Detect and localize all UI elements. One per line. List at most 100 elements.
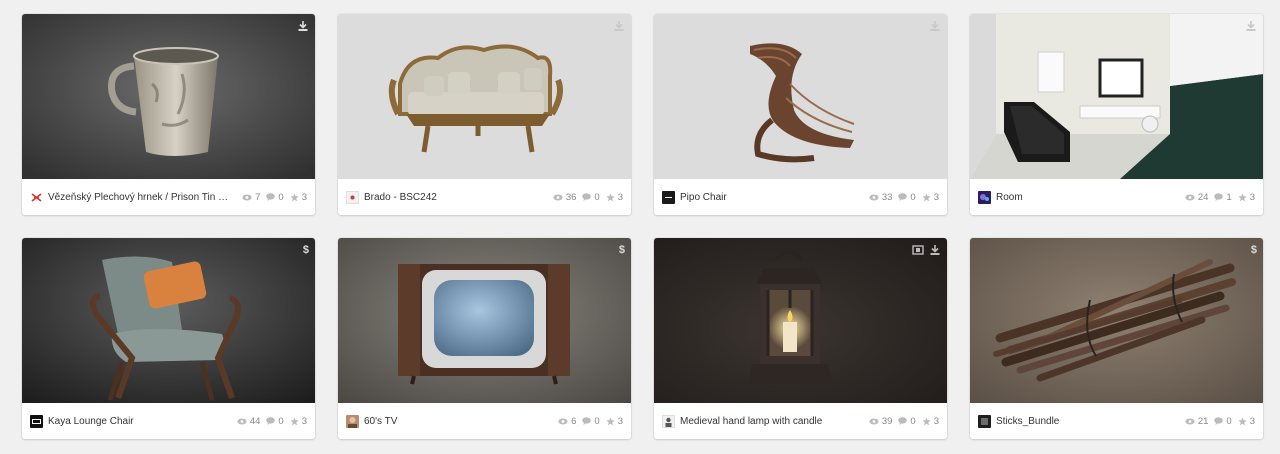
model-card[interactable]: $ Kaya Lounge Chair 44 0 3 [22,238,315,439]
comments-stat: 0 [266,192,284,203]
model-card[interactable]: $ Sticks_Bundle 21 0 3 [970,238,1263,439]
likes-stat: 3 [290,416,307,427]
likes-stat: 3 [922,192,939,203]
comment-icon [266,417,276,425]
views-stat: 24 [1185,191,1209,203]
likes-stat: 3 [606,192,623,203]
badge-icons [297,20,309,32]
views-count: 39 [881,415,893,427]
avatar[interactable] [662,414,675,428]
price-badge[interactable]: $ [1251,244,1257,256]
views-count: 44 [249,415,261,427]
model-stats: 44 0 3 [231,416,307,427]
likes-count: 3 [301,415,307,427]
model-thumbnail[interactable] [22,14,315,179]
star-icon [606,192,615,201]
model-title[interactable]: Pipo Chair [680,192,863,203]
comments-count: 1 [1226,191,1232,203]
download-icon[interactable] [297,20,309,32]
eye-icon [242,194,252,200]
download-icon[interactable] [929,20,941,32]
avatar[interactable] [346,190,359,204]
model-title[interactable]: Brado - BSC242 [364,192,547,203]
views-stat: 44 [237,415,261,427]
comments-count: 0 [1226,415,1232,427]
comment-icon [582,417,592,425]
comments-stat: 0 [898,415,916,427]
model-thumbnail[interactable]: $ [970,238,1263,403]
eye-icon [237,418,247,424]
views-stat: 6 [558,416,576,427]
model-footer: 60's TV 6 0 3 [338,403,631,439]
model-stats: 24 1 3 [1179,192,1255,203]
model-card[interactable]: Medieval hand lamp with candle 39 0 3 [654,238,947,439]
download-icon[interactable] [929,244,941,256]
avatar[interactable] [662,190,675,204]
model-card[interactable]: Room 24 1 3 [970,14,1263,215]
avatar[interactable] [30,414,43,428]
model-title[interactable]: Kaya Lounge Chair [48,416,231,427]
badge-icons [929,20,941,32]
model-title[interactable]: Medieval hand lamp with candle [680,416,863,427]
badge-icons: $ [619,244,625,256]
model-card[interactable]: $ 60's TV 6 0 3 [338,238,631,439]
comments-stat: 0 [582,191,600,203]
avatar[interactable] [30,190,43,204]
comments-count: 0 [910,415,916,427]
eye-icon [1185,418,1195,424]
film-icon[interactable] [912,244,924,256]
model-thumbnail[interactable] [338,14,631,179]
comment-icon [582,193,592,201]
comment-icon [898,193,908,201]
comment-icon [266,193,276,201]
model-title[interactable]: Sticks_Bundle [996,416,1179,427]
badge-icons [912,244,941,256]
comments-count: 0 [594,191,600,203]
model-footer: Sticks_Bundle 21 0 3 [970,403,1263,439]
badge-icons [1245,20,1257,32]
likes-stat: 3 [290,192,307,203]
avatar[interactable] [346,414,359,428]
comments-stat: 0 [1214,415,1232,427]
model-title[interactable]: 60's TV [364,416,552,427]
avatar[interactable] [978,190,991,204]
views-stat: 39 [869,415,893,427]
badge-icons: $ [1251,244,1257,256]
model-thumbnail[interactable] [970,14,1263,179]
model-footer: Brado - BSC242 36 0 3 [338,179,631,215]
model-thumbnail[interactable] [654,238,947,403]
model-title[interactable]: Room [996,192,1179,203]
eye-icon [1185,194,1195,200]
model-title[interactable]: Vězeňský Plechový hrnek / Prison Tin mug [48,192,236,203]
views-count: 21 [1197,415,1209,427]
model-stats: 36 0 3 [547,192,623,203]
model-card[interactable]: Brado - BSC242 36 0 3 [338,14,631,215]
model-card[interactable]: Pipo Chair 33 0 3 [654,14,947,215]
star-icon [606,416,615,425]
eye-icon [553,194,563,200]
model-card[interactable]: Vězeňský Plechový hrnek / Prison Tin mug… [22,14,315,215]
comments-stat: 0 [266,416,284,427]
views-count: 24 [1197,191,1209,203]
eye-icon [869,418,879,424]
star-icon [290,416,299,425]
avatar[interactable] [978,414,991,428]
download-icon[interactable] [613,20,625,32]
views-count: 6 [571,415,577,427]
model-stats: 33 0 3 [863,192,939,203]
model-thumbnail[interactable] [654,14,947,179]
model-thumbnail[interactable]: $ [338,238,631,403]
download-icon[interactable] [1245,20,1257,32]
price-badge[interactable]: $ [303,244,309,256]
likes-count: 3 [1249,415,1255,427]
model-grid: Vězeňský Plechový hrnek / Prison Tin mug… [0,0,1280,454]
views-stat: 36 [553,192,576,203]
model-thumbnail[interactable]: $ [22,238,315,403]
model-stats: 21 0 3 [1179,416,1255,427]
model-stats: 39 0 3 [863,416,939,427]
views-stat: 21 [1185,415,1209,427]
model-footer: Vězeňský Plechový hrnek / Prison Tin mug… [22,179,315,215]
comment-icon [898,417,908,425]
likes-stat: 3 [1238,192,1255,203]
price-badge[interactable]: $ [619,244,625,256]
